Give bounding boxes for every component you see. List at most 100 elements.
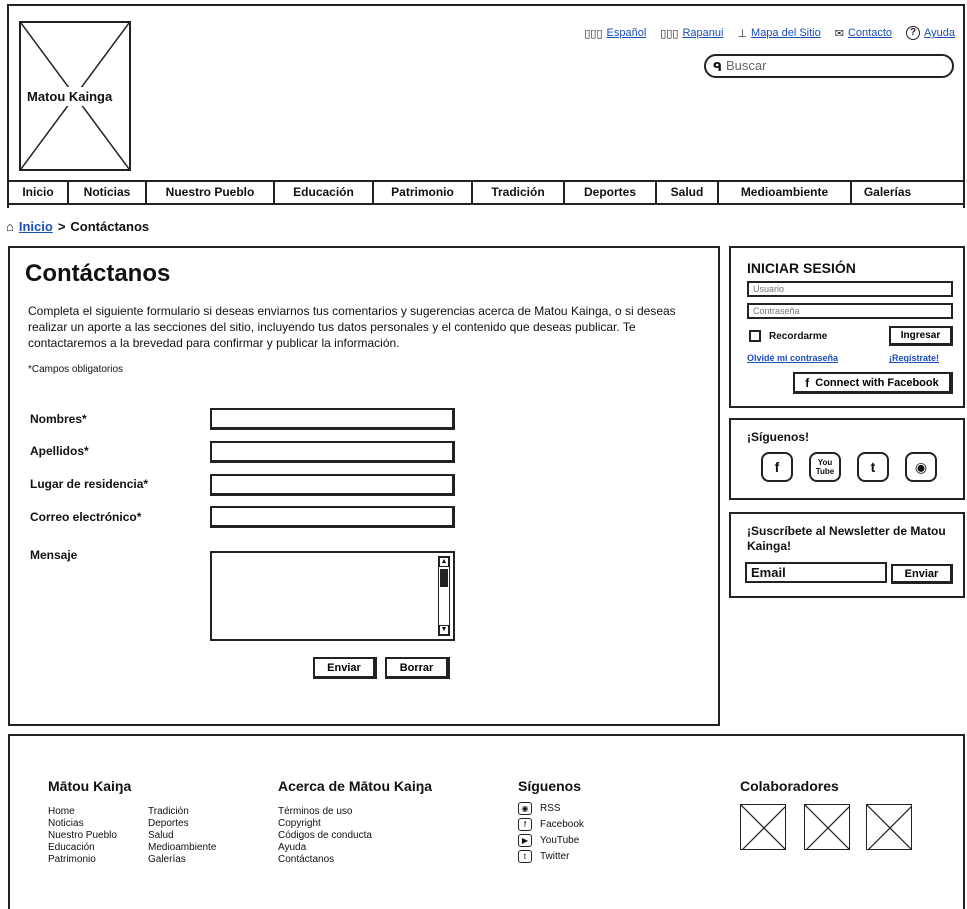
footer-link[interactable]: Galerías: [148, 854, 216, 866]
sitemap-label[interactable]: Mapa del Sitio: [751, 27, 821, 39]
footer-col1-left: Home Noticias Nuestro Pueblo Educación P…: [48, 806, 117, 866]
apellidos-field[interactable]: [210, 441, 455, 463]
login-box: INICIAR SESIÓN Recordarme Ingresar Olvid…: [729, 246, 965, 408]
contact-label[interactable]: Contacto: [848, 27, 892, 39]
breadcrumb-home-link[interactable]: Inicio: [19, 219, 53, 234]
language-link-espanol[interactable]: ▯▯▯ Español: [584, 26, 646, 40]
facebook-icon: f: [805, 375, 810, 390]
footer-link[interactable]: Medioambiente: [148, 842, 216, 854]
tab-medioambiente[interactable]: Medioambiente: [719, 182, 852, 203]
footer-link[interactable]: Tradición: [148, 806, 216, 818]
logo[interactable]: Matou Kainga: [19, 21, 131, 171]
login-button[interactable]: Ingresar: [889, 326, 953, 346]
footer-social-label: YouTube: [540, 834, 580, 846]
youtube-icon[interactable]: You Tube: [809, 452, 841, 482]
footer-social-label: RSS: [540, 802, 561, 814]
tab-inicio[interactable]: Inicio: [9, 182, 69, 203]
scroll-thumb[interactable]: [440, 569, 448, 587]
tab-noticias[interactable]: Noticias: [69, 182, 147, 203]
collaborator-logo-2[interactable]: [804, 804, 850, 850]
username-field[interactable]: [747, 281, 953, 297]
footer-social-label: Facebook: [540, 818, 584, 830]
help-link[interactable]: ? Ayuda: [906, 26, 955, 40]
follow-box: ¡Síguenos! f You Tube t ◉: [729, 418, 965, 500]
tab-galerias[interactable]: Galerías: [852, 182, 923, 203]
footer-social-label: Twitter: [540, 850, 570, 862]
correo-field[interactable]: [210, 506, 455, 528]
mensaje-label: Mensaje: [30, 548, 78, 562]
breadcrumb-current: Contáctanos: [70, 219, 150, 234]
tab-deportes[interactable]: Deportes: [565, 182, 657, 203]
footer-facebook-link[interactable]: f Facebook: [518, 818, 584, 831]
tab-educacion[interactable]: Educación: [275, 182, 374, 203]
footer-col3-title: Síguenos: [518, 778, 582, 794]
facebook-icon: f: [518, 818, 532, 831]
mensaje-scrollbar[interactable]: ▲ ▼: [438, 556, 450, 636]
footer-link[interactable]: Ayuda: [278, 842, 372, 854]
collaborator-logo-1[interactable]: [740, 804, 786, 850]
footer-twitter-link[interactable]: t Twitter: [518, 850, 584, 863]
residencia-field[interactable]: [210, 474, 455, 496]
footer-link[interactable]: Patrimonio: [48, 854, 117, 866]
footer-link[interactable]: Copyright: [278, 818, 372, 830]
footer-col1-right: Tradición Deportes Salud Medioambiente G…: [148, 806, 216, 866]
sitemap-link[interactable]: ⊥ Mapa del Sitio: [737, 26, 820, 40]
tab-tradicion[interactable]: Tradición: [473, 182, 565, 203]
footer-link[interactable]: Nuestro Pueblo: [48, 830, 117, 842]
remember-label: Recordarme: [769, 331, 828, 342]
footer-link[interactable]: Códigos de conducta: [278, 830, 372, 842]
footer-link[interactable]: Noticias: [48, 818, 117, 830]
login-title: INICIAR SESIÓN: [747, 260, 856, 276]
password-field[interactable]: [747, 303, 953, 319]
tab-patrimonio[interactable]: Patrimonio: [374, 182, 473, 203]
facebook-connect-button[interactable]: f Connect with Facebook: [793, 372, 953, 394]
facebook-icon[interactable]: f: [761, 452, 793, 482]
search-input[interactable]: [726, 58, 946, 73]
newsletter-title: ¡Suscríbete al Newsletter de Matou Kaing…: [747, 524, 946, 553]
contact-link[interactable]: ✉ Contacto: [835, 26, 892, 40]
youtube-icon: ▶: [518, 834, 532, 847]
send-button[interactable]: Enviar: [313, 657, 377, 679]
residencia-label: Lugar de residencia*: [30, 477, 149, 491]
site-header: Matou Kainga ▯▯▯ Español ▯▯▯ Rapanui ⊥ M…: [7, 4, 965, 208]
tab-nuestro-pueblo[interactable]: Nuestro Pueblo: [147, 182, 275, 203]
contact-panel: Contáctanos Completa el siguiente formul…: [8, 246, 720, 726]
footer-link[interactable]: Salud: [148, 830, 216, 842]
help-icon: ?: [906, 26, 920, 40]
footer-youtube-link[interactable]: ▶ YouTube: [518, 834, 584, 847]
register-link[interactable]: ¡Regístrate!: [889, 353, 939, 363]
site-footer: Mātou Kaiŋa Home Noticias Nuestro Pueblo…: [8, 734, 965, 909]
rss-icon: ◉: [518, 802, 532, 815]
footer-link[interactable]: Deportes: [148, 818, 216, 830]
search-icon: ᑫ: [713, 60, 722, 74]
search-box[interactable]: ᑫ: [704, 54, 954, 78]
mensaje-textarea[interactable]: ▲ ▼: [210, 551, 455, 641]
nombres-field[interactable]: [210, 408, 455, 430]
language-label[interactable]: Español: [607, 27, 647, 39]
follow-title: ¡Síguenos!: [747, 430, 809, 444]
mail-icon: ✉: [834, 27, 844, 40]
help-label[interactable]: Ayuda: [924, 27, 955, 39]
language-label[interactable]: Rapanui: [682, 27, 723, 39]
clear-button[interactable]: Borrar: [385, 657, 450, 679]
newsletter-email-field[interactable]: [745, 562, 887, 583]
remember-checkbox[interactable]: [749, 330, 761, 342]
collaborator-logo-3[interactable]: [866, 804, 912, 850]
footer-link[interactable]: Educación: [48, 842, 117, 854]
language-link-rapanui[interactable]: ▯▯▯ Rapanui: [660, 26, 723, 40]
nombres-label: Nombres*: [30, 412, 87, 426]
required-note: *Campos obligatorios: [28, 364, 124, 375]
forgot-password-link[interactable]: Olvidé mi contraseña: [747, 353, 838, 363]
scroll-down-icon[interactable]: ▼: [439, 625, 449, 635]
footer-col2-title: Acerca de Mātou Kaiŋa: [278, 778, 433, 794]
footer-link[interactable]: Home: [48, 806, 117, 818]
newsletter-send-button[interactable]: Enviar: [891, 564, 953, 584]
footer-link[interactable]: Términos de uso: [278, 806, 372, 818]
footer-rss-link[interactable]: ◉ RSS: [518, 802, 584, 815]
footer-link[interactable]: Contáctanos: [278, 854, 372, 866]
sitemap-icon: ⊥: [737, 27, 748, 40]
scroll-up-icon[interactable]: ▲: [439, 557, 449, 567]
tab-salud[interactable]: Salud: [657, 182, 719, 203]
rss-icon[interactable]: ◉: [905, 452, 937, 482]
twitter-icon[interactable]: t: [857, 452, 889, 482]
